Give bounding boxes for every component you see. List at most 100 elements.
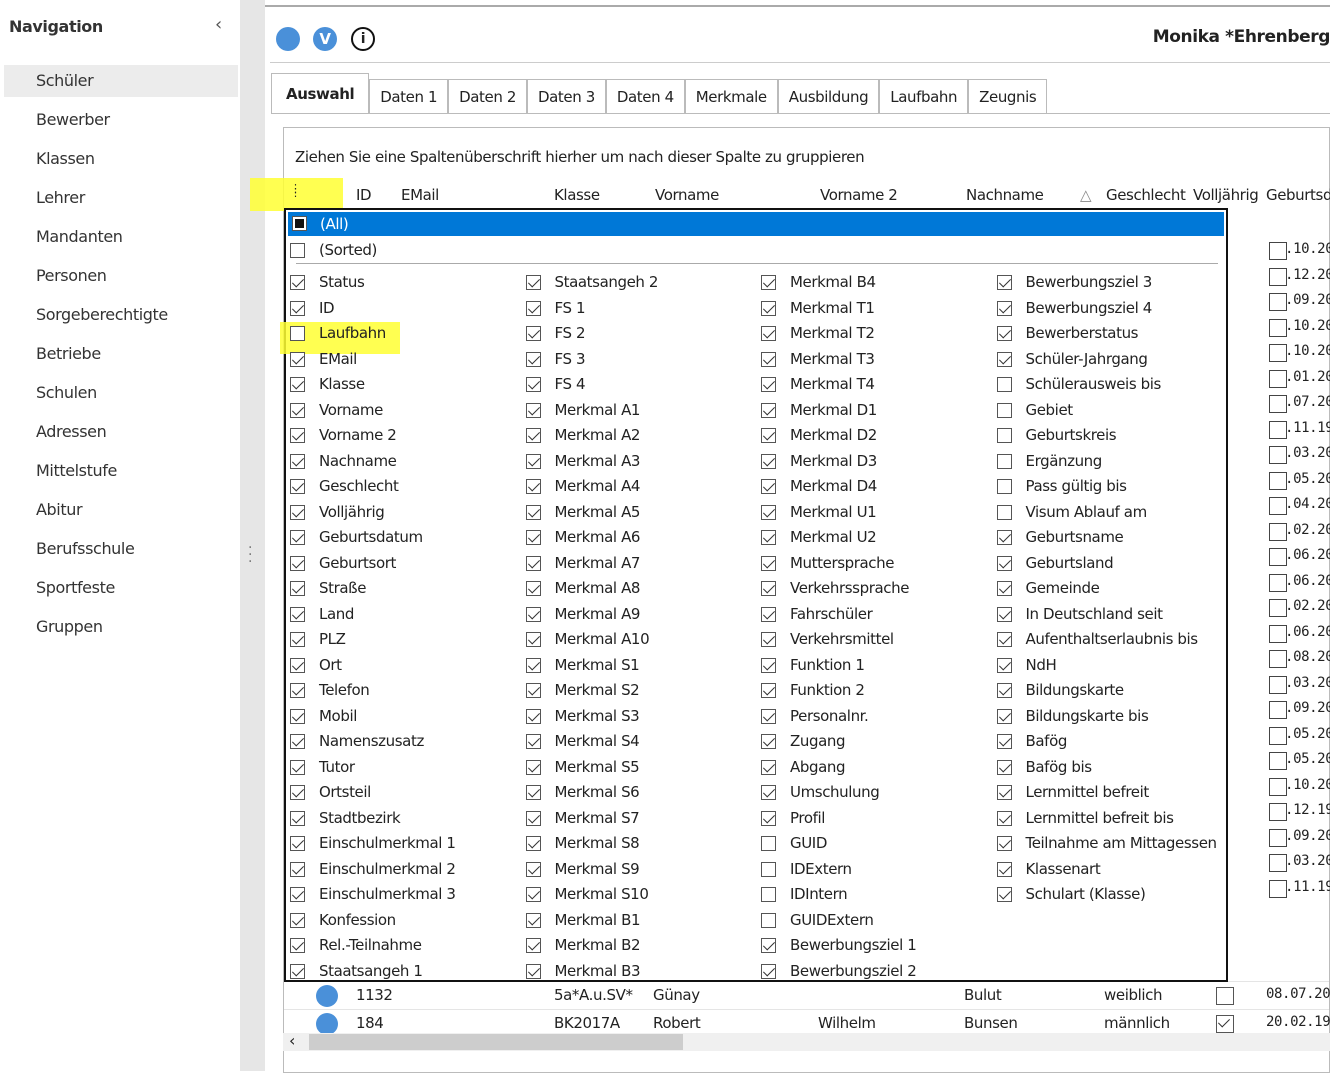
- column-checkbox[interactable]: [761, 836, 776, 851]
- volljaehrig-checkbox[interactable]: [1269, 752, 1287, 770]
- column-checkbox[interactable]: [761, 938, 776, 953]
- volljaehrig-checkbox[interactable]: [1269, 803, 1287, 821]
- column-checkbox[interactable]: [996, 479, 1012, 494]
- column-checkbox[interactable]: [525, 861, 541, 877]
- column-checkbox[interactable]: [761, 606, 776, 622]
- checkbox-all[interactable]: [292, 216, 307, 231]
- column-checkbox[interactable]: [525, 938, 541, 953]
- chevron-left-icon[interactable]: ‹: [215, 14, 222, 35]
- column-checkbox[interactable]: [761, 326, 776, 341]
- column-checkbox[interactable]: [996, 606, 1012, 622]
- tab[interactable]: Daten 2: [448, 79, 527, 114]
- column-checkbox[interactable]: [525, 708, 541, 724]
- table-row[interactable]: 1132 5a*A.u.SV* Günay Bulut weiblich 08.07.20: [284, 981, 1330, 1010]
- column-checkbox[interactable]: [761, 479, 776, 494]
- volljaehrig-checkbox[interactable]: [1269, 777, 1287, 796]
- column-checkbox[interactable]: [290, 479, 305, 494]
- column-checkbox[interactable]: [290, 963, 305, 979]
- nav-item[interactable]: Sorgeberechtigte: [4, 299, 238, 331]
- volljaehrig-checkbox[interactable]: [1269, 701, 1287, 719]
- column-checkbox[interactable]: [525, 887, 541, 902]
- nav-item[interactable]: Bewerber: [4, 104, 238, 136]
- column-checkbox[interactable]: [996, 504, 1012, 520]
- column-checkbox[interactable]: [290, 275, 305, 290]
- column-header[interactable]: ID: [356, 186, 372, 204]
- volljaehrig-checkbox[interactable]: [1269, 573, 1287, 592]
- volljaehrig-checkbox[interactable]: [1269, 624, 1287, 643]
- column-checkbox[interactable]: [290, 861, 305, 877]
- volljaehrig-checkbox[interactable]: [1269, 854, 1287, 872]
- tab[interactable]: Laufbahn: [879, 79, 969, 114]
- column-checkbox[interactable]: [761, 530, 776, 545]
- column-checkbox[interactable]: [290, 912, 305, 928]
- column-checkbox[interactable]: [525, 606, 541, 622]
- column-checkbox[interactable]: [290, 785, 305, 800]
- column-checkbox[interactable]: [996, 402, 1012, 418]
- column-checkbox[interactable]: [525, 657, 541, 673]
- column-checkbox[interactable]: [525, 836, 541, 851]
- volljaehrig-checkbox[interactable]: [1269, 420, 1287, 439]
- volljaehrig-checkbox[interactable]: [1269, 344, 1287, 362]
- column-checkbox[interactable]: [290, 759, 305, 775]
- column-checkbox[interactable]: [525, 963, 541, 979]
- nav-item[interactable]: Berufsschule: [4, 533, 238, 565]
- column-checkbox[interactable]: [996, 887, 1012, 902]
- nav-item[interactable]: Klassen: [4, 143, 238, 175]
- column-header[interactable]: Geburtsd: [1266, 186, 1330, 204]
- column-header[interactable]: EMail: [401, 186, 439, 204]
- column-checkbox[interactable]: [761, 351, 776, 367]
- column-checkbox[interactable]: [525, 912, 541, 928]
- volljaehrig-checkbox[interactable]: [1269, 675, 1287, 694]
- column-checkbox[interactable]: [996, 351, 1012, 367]
- column-checkbox[interactable]: [996, 377, 1012, 392]
- column-checkbox[interactable]: [525, 402, 541, 418]
- column-checkbox[interactable]: [290, 402, 305, 418]
- column-checkbox[interactable]: [290, 938, 305, 953]
- column-checkbox[interactable]: [761, 734, 776, 749]
- volljaehrig-checkbox[interactable]: [1269, 471, 1287, 490]
- column-checkbox[interactable]: [761, 887, 776, 902]
- column-checkbox[interactable]: [525, 428, 541, 443]
- column-checkbox[interactable]: [525, 530, 541, 545]
- volljaehrig-checkbox[interactable]: [1269, 650, 1287, 668]
- column-checkbox[interactable]: [525, 734, 541, 749]
- column-header[interactable]: Vorname: [655, 186, 719, 204]
- column-checkbox[interactable]: [525, 479, 541, 494]
- volljaehrig-checkbox[interactable]: [1216, 1015, 1234, 1033]
- tab[interactable]: Daten 3: [526, 79, 606, 114]
- column-checkbox[interactable]: [290, 351, 305, 367]
- column-checkbox[interactable]: [525, 759, 541, 775]
- nav-item[interactable]: Mittelstufe: [4, 455, 238, 487]
- scroll-left-icon[interactable]: ‹: [289, 1031, 295, 1050]
- column-checkbox[interactable]: [996, 836, 1012, 851]
- column-checkbox[interactable]: [525, 326, 541, 341]
- nav-item[interactable]: Mandanten: [4, 221, 238, 253]
- volljaehrig-checkbox[interactable]: [1269, 446, 1287, 464]
- column-checkbox[interactable]: [290, 300, 305, 316]
- volljaehrig-checkbox[interactable]: [1269, 726, 1287, 745]
- column-header[interactable]: Nachname: [966, 186, 1044, 204]
- scrollbar-thumb[interactable]: [309, 1034, 683, 1050]
- column-checkbox[interactable]: [996, 632, 1012, 647]
- column-checkbox[interactable]: [996, 734, 1012, 749]
- volljaehrig-checkbox[interactable]: [1269, 242, 1287, 260]
- column-checkbox[interactable]: [525, 810, 541, 826]
- volljaehrig-checkbox[interactable]: [1269, 599, 1287, 617]
- column-checkbox[interactable]: [996, 453, 1012, 469]
- column-header[interactable]: Volljährig: [1193, 186, 1259, 204]
- info-icon[interactable]: i: [351, 27, 375, 51]
- column-header[interactable]: Vorname 2: [820, 186, 898, 204]
- column-checkbox[interactable]: [525, 785, 541, 800]
- volljaehrig-checkbox[interactable]: [1269, 318, 1287, 337]
- column-checkbox[interactable]: [290, 581, 305, 596]
- column-checkbox[interactable]: [761, 504, 776, 520]
- column-checkbox[interactable]: [525, 555, 541, 571]
- tab[interactable]: Zeugnis: [968, 79, 1048, 114]
- column-checkbox[interactable]: [996, 555, 1012, 571]
- nav-item[interactable]: Adressen: [4, 416, 238, 448]
- column-checkbox[interactable]: [761, 861, 776, 877]
- column-checkbox[interactable]: [996, 759, 1012, 775]
- column-checkbox[interactable]: [996, 785, 1012, 800]
- column-checkbox[interactable]: [996, 581, 1012, 596]
- column-checkbox[interactable]: [761, 377, 776, 392]
